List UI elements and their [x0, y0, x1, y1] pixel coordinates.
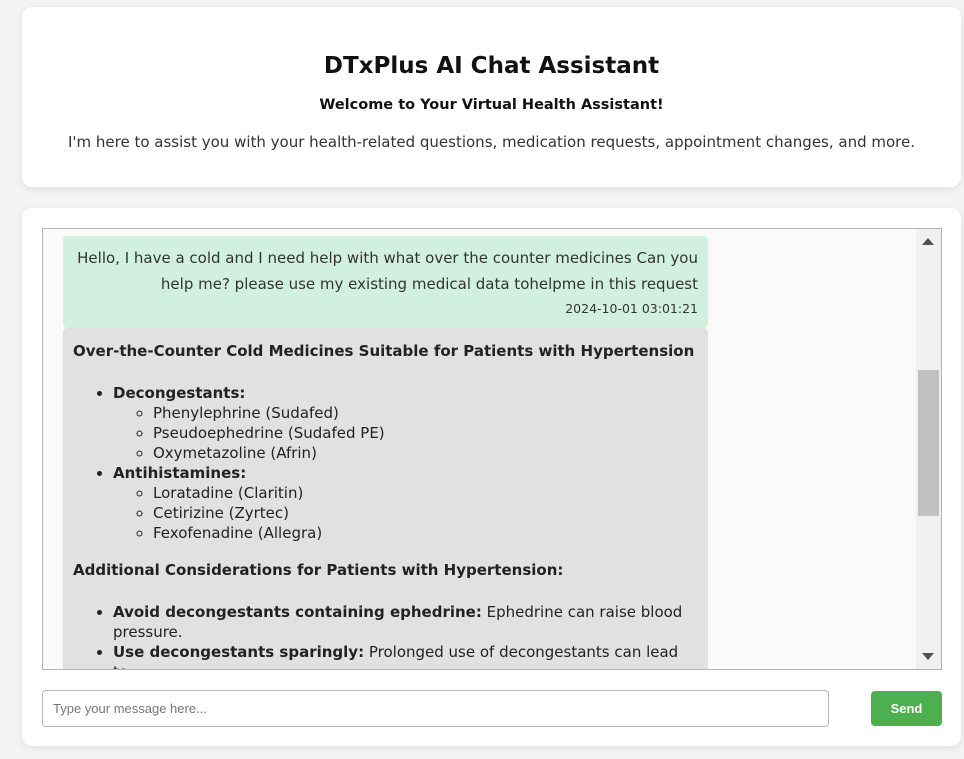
list-item: Pseudoephedrine (Sudafed PE): [153, 423, 698, 443]
scroll-up-arrow-icon[interactable]: [922, 238, 934, 245]
scrollbar-thumb[interactable]: [918, 370, 939, 516]
composer: Send: [42, 690, 942, 727]
header-card: DTxPlus AI Chat Assistant Welcome to You…: [22, 7, 961, 187]
message-list: Hello, I have a cold and I need help wit…: [43, 229, 916, 669]
list-item: Cetirizine (Zyrtec): [153, 503, 698, 523]
consideration-label: Avoid decongestants containing ephedrine…: [113, 603, 482, 621]
considerations-heading: Additional Considerations for Patients w…: [73, 561, 564, 579]
group-label: Decongestants:: [113, 384, 246, 402]
list-item: Fexofenadine (Allegra): [153, 523, 698, 543]
list-item: Phenylephrine (Sudafed): [153, 403, 698, 423]
message-input[interactable]: [42, 690, 829, 727]
assistant-message: Over-the-Counter Cold Medicines Suitable…: [63, 328, 708, 669]
user-message: Hello, I have a cold and I need help wit…: [63, 236, 708, 328]
user-message-text: Hello, I have a cold and I need help wit…: [77, 249, 698, 293]
medicine-group-list: Decongestants: Phenylephrine (Sudafed) P…: [73, 383, 698, 543]
consideration-label: Use decongestants sparingly:: [113, 643, 365, 661]
group-label: Antihistamines:: [113, 464, 247, 482]
chat-scrollbar[interactable]: [916, 229, 941, 669]
message-timestamp: 2024-10-01 03:01:21: [565, 301, 698, 316]
considerations-list: Avoid decongestants containing ephedrine…: [73, 602, 698, 669]
list-item: Decongestants: Phenylephrine (Sudafed) P…: [113, 383, 698, 463]
welcome-subtitle: Welcome to Your Virtual Health Assistant…: [319, 97, 664, 113]
send-button[interactable]: Send: [871, 691, 942, 726]
medicine-list: Phenylephrine (Sudafed) Pseudoephedrine …: [113, 403, 698, 463]
chat-window[interactable]: Hello, I have a cold and I need help wit…: [42, 228, 942, 670]
list-item: Loratadine (Claritin): [153, 483, 698, 503]
page-title: DTxPlus AI Chat Assistant: [323, 53, 660, 79]
assistant-description: I'm here to assist you with your health-…: [67, 133, 916, 151]
scroll-down-arrow-icon[interactable]: [922, 653, 934, 660]
list-item: Use decongestants sparingly: Prolonged u…: [113, 642, 698, 669]
list-item: Antihistamines: Loratadine (Claritin) Ce…: [113, 463, 698, 543]
list-item: Avoid decongestants containing ephedrine…: [113, 602, 698, 642]
response-heading: Over-the-Counter Cold Medicines Suitable…: [73, 342, 695, 360]
chat-card: Hello, I have a cold and I need help wit…: [22, 208, 961, 746]
medicine-list: Loratadine (Claritin) Cetirizine (Zyrtec…: [113, 483, 698, 543]
list-item: Oxymetazoline (Afrin): [153, 443, 698, 463]
